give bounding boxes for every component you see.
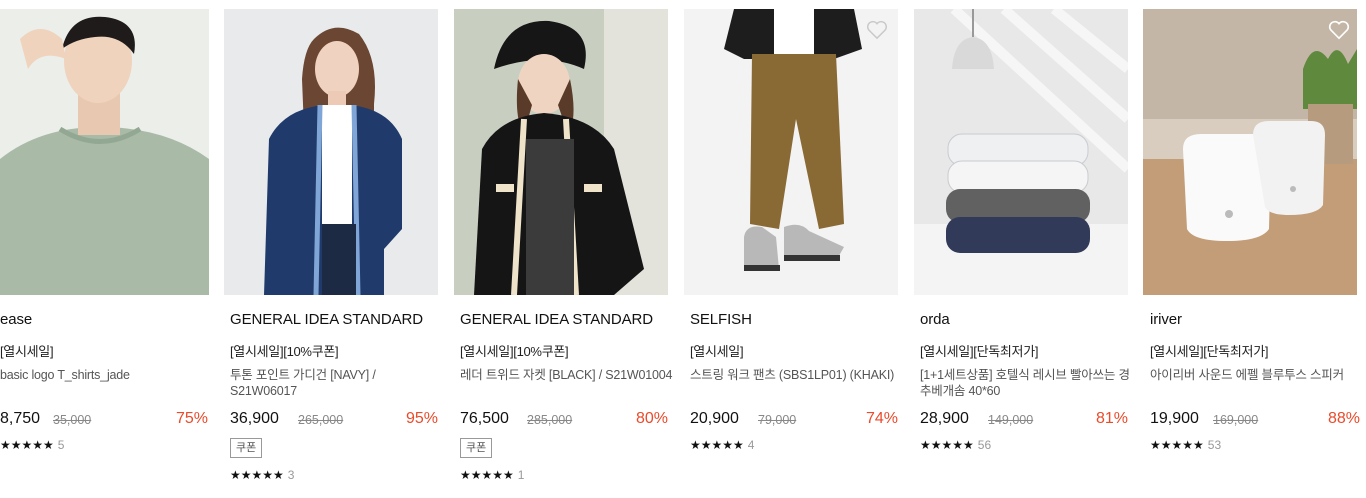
rating: ★★★★★ 4 xyxy=(690,438,754,452)
coupon-badge: 쿠폰 xyxy=(230,438,263,458)
brand-name[interactable]: orda xyxy=(920,311,950,328)
star-icon: ★★★★★ xyxy=(0,438,54,452)
sale-price: 28,900 xyxy=(920,410,969,427)
product-image[interactable] xyxy=(454,9,668,295)
product-card[interactable]: GENERAL IDEA STANDARD [열시세일][10%쿠폰] 레더 트… xyxy=(454,0,674,498)
sale-price: 19,900 xyxy=(1150,410,1199,427)
product-card[interactable]: ease [열시세일] basic logo T_shirts_jade 8,7… xyxy=(0,0,214,498)
discount-rate: 81% xyxy=(1095,410,1128,427)
product-name[interactable]: basic logo T_shirts_jade xyxy=(0,367,214,383)
sale-tag: [열시세일][단독최저가] xyxy=(920,344,1039,359)
product-name[interactable]: [1+1세트상품] 호텔식 레시브 빨아쓰는 경추베개솜 40*60 xyxy=(920,367,1134,399)
brand-name[interactable]: GENERAL IDEA STANDARD xyxy=(230,311,423,328)
review-count: 53 xyxy=(1207,438,1222,452)
star-icon: ★★★★★ xyxy=(1150,438,1204,452)
brand-name[interactable]: ease xyxy=(0,311,32,328)
star-icon: ★★★★★ xyxy=(690,438,744,452)
discount-rate: 74% xyxy=(865,410,898,427)
star-icon: ★★★★★ xyxy=(920,438,974,452)
sale-tag: [열시세일][단독최저가] xyxy=(1150,344,1269,359)
original-price: 35,000 xyxy=(53,413,92,427)
product-name[interactable]: 아이리버 사운드 에펠 블루투스 스피커 xyxy=(1150,367,1364,383)
brand-name[interactable]: SELFISH xyxy=(690,311,752,328)
rating: ★★★★★ 3 xyxy=(230,468,294,482)
sale-price: 20,900 xyxy=(690,410,739,427)
product-card[interactable]: orda [열시세일][단독최저가] [1+1세트상품] 호텔식 레시브 빨아쓰… xyxy=(914,0,1134,498)
original-price: 265,000 xyxy=(298,413,344,427)
review-count: 5 xyxy=(57,438,65,452)
heart-outline-icon[interactable] xyxy=(1328,20,1350,40)
sale-tag: [열시세일][10%쿠폰] xyxy=(230,344,339,359)
product-name[interactable]: 스트링 워크 팬츠 (SBS1LP01) (KHAKI) xyxy=(690,367,904,383)
heart-outline-icon[interactable] xyxy=(866,20,888,40)
sale-price: 36,900 xyxy=(230,410,279,427)
discount-rate: 80% xyxy=(635,410,668,427)
product-image[interactable] xyxy=(1143,9,1357,295)
coupon-badge: 쿠폰 xyxy=(460,438,493,458)
review-count: 56 xyxy=(977,438,992,452)
product-name[interactable]: 레더 트위드 자켓 [BLACK] / S21W01004 xyxy=(460,367,674,383)
product-name[interactable]: 투톤 포인트 가디건 [NAVY] / S21W06017 xyxy=(230,367,444,399)
review-count: 4 xyxy=(747,438,755,452)
original-price: 79,000 xyxy=(758,413,797,427)
brand-name[interactable]: GENERAL IDEA STANDARD xyxy=(460,311,653,328)
product-image[interactable] xyxy=(914,9,1128,295)
product-card[interactable]: GENERAL IDEA STANDARD [열시세일][10%쿠폰] 투톤 포… xyxy=(224,0,444,498)
rating: ★★★★★ 56 xyxy=(920,438,991,452)
discount-rate: 88% xyxy=(1327,410,1360,427)
star-icon: ★★★★★ xyxy=(460,468,514,482)
product-image[interactable] xyxy=(0,9,214,295)
original-price: 169,000 xyxy=(1213,413,1259,427)
product-card[interactable]: iriver [열시세일][단독최저가] 아이리버 사운드 에펠 블루투스 스피… xyxy=(1143,0,1364,498)
original-price: 149,000 xyxy=(988,413,1034,427)
original-price: 285,000 xyxy=(527,413,573,427)
rating: ★★★★★ 1 xyxy=(460,468,524,482)
sale-price: 8,750 xyxy=(0,410,41,427)
brand-name[interactable]: iriver xyxy=(1150,311,1182,328)
sale-tag: [열시세일][10%쿠폰] xyxy=(460,344,569,359)
product-image[interactable] xyxy=(684,9,898,295)
sale-tag: [열시세일] xyxy=(0,344,54,359)
sale-tag: [열시세일] xyxy=(690,344,744,359)
review-count: 1 xyxy=(517,468,525,482)
product-image[interactable] xyxy=(224,9,438,295)
rating: ★★★★★ 5 xyxy=(0,438,64,452)
rating: ★★★★★ 53 xyxy=(1150,438,1221,452)
product-card[interactable]: SELFISH [열시세일] 스트링 워크 팬츠 (SBS1LP01) (KHA… xyxy=(684,0,904,498)
review-count: 3 xyxy=(287,468,295,482)
sale-price: 76,500 xyxy=(460,410,509,427)
discount-rate: 95% xyxy=(405,410,438,427)
discount-rate: 75% xyxy=(175,410,208,427)
star-icon: ★★★★★ xyxy=(230,468,284,482)
